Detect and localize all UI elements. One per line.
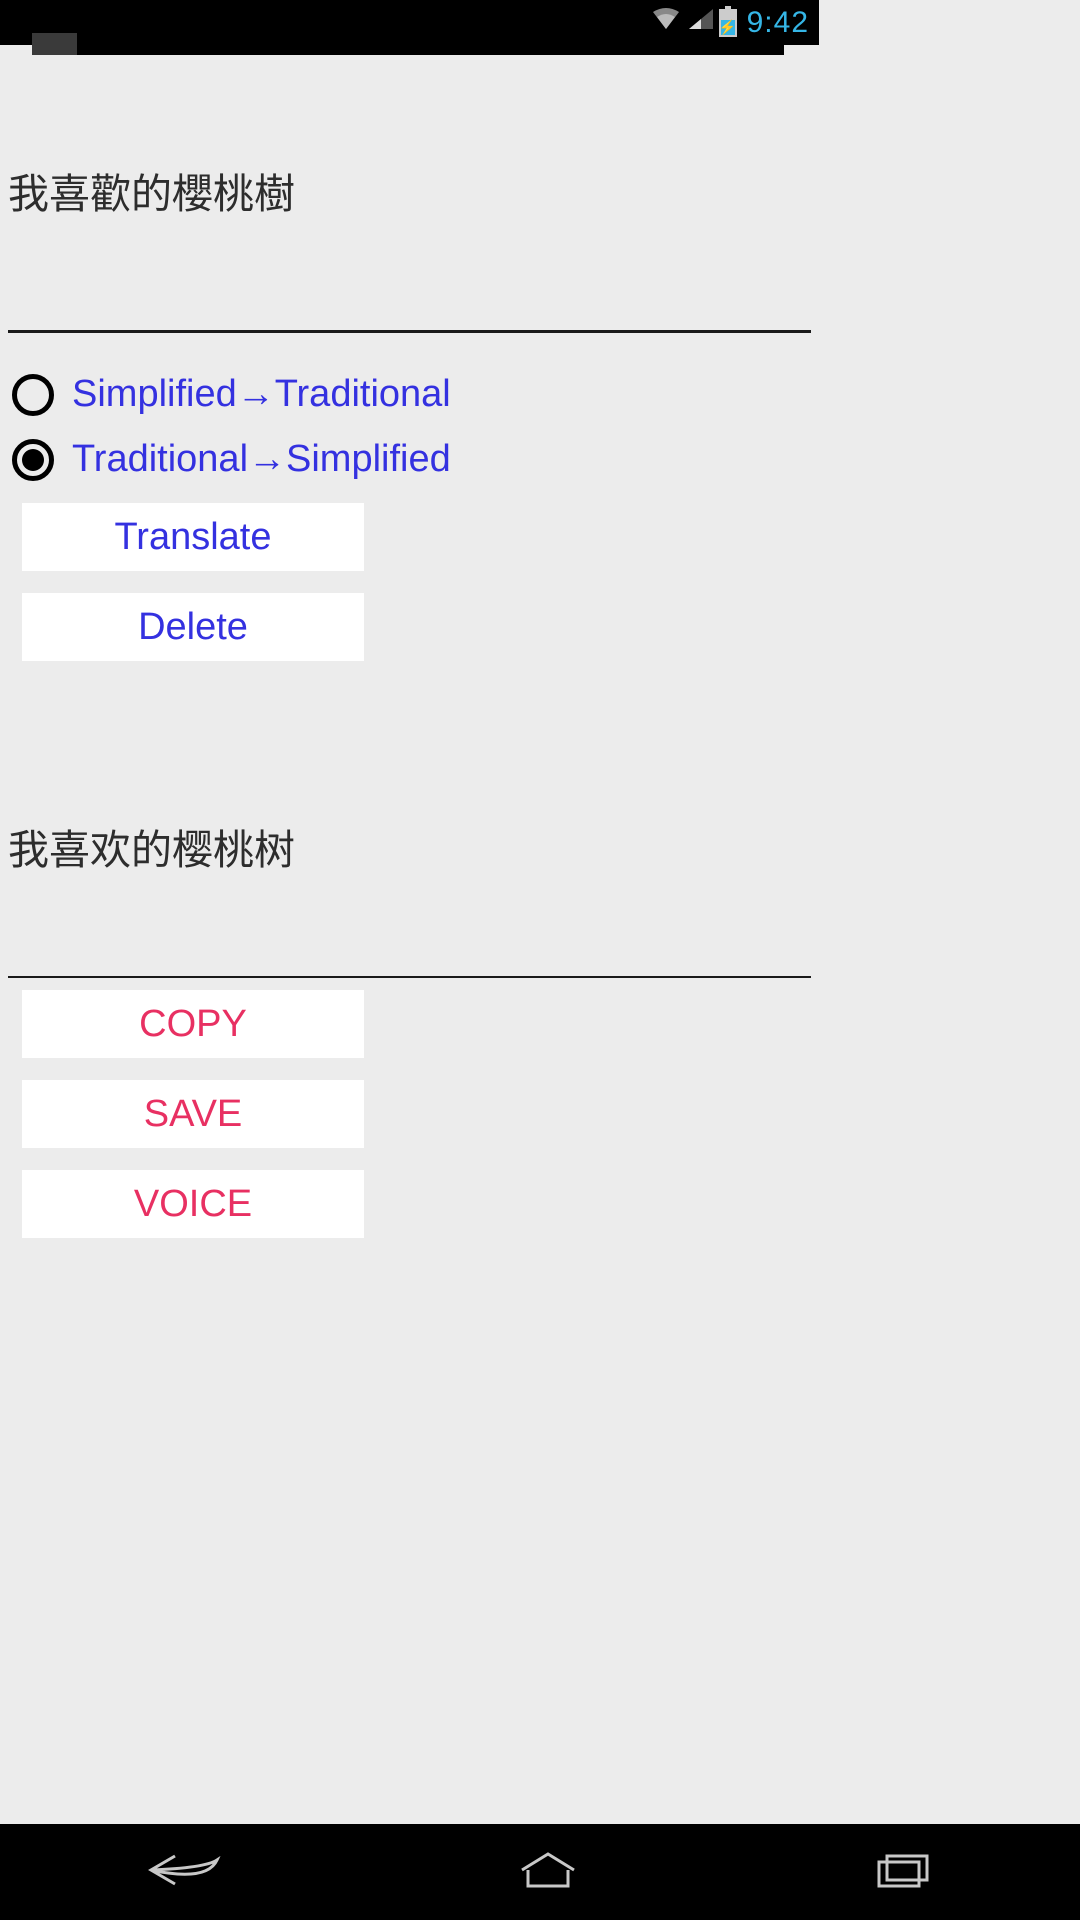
input-underline — [8, 330, 811, 333]
voice-button[interactable]: VOICE — [22, 1170, 364, 1238]
translate-button[interactable]: Translate — [22, 503, 364, 571]
source-text-input[interactable]: 我喜歡的櫻桃樹 — [8, 170, 811, 320]
radio-traditional-to-simplified[interactable]: Traditional→Simplified — [8, 438, 811, 481]
radio-simplified-to-traditional[interactable]: Simplified→Traditional — [8, 373, 811, 416]
cell-signal-icon — [687, 7, 713, 38]
radio-icon — [12, 374, 54, 416]
android-status-bar: ⚡ 9:42 — [0, 0, 819, 45]
recent-apps-icon[interactable] — [871, 1850, 935, 1895]
save-button[interactable]: SAVE — [22, 1080, 364, 1148]
android-nav-bar — [0, 1824, 1080, 1920]
direction-radio-group: Simplified→Traditional Traditional→Simpl… — [8, 373, 811, 481]
translated-text-output[interactable]: 我喜欢的樱桃树 — [8, 816, 811, 966]
status-icons: ⚡ — [651, 7, 737, 38]
output-underline — [8, 976, 811, 978]
wifi-icon — [651, 7, 681, 38]
back-icon[interactable] — [145, 1850, 225, 1895]
radio-icon — [12, 439, 54, 481]
copy-button[interactable]: COPY — [22, 990, 364, 1058]
radio-label: Simplified→Traditional — [72, 373, 451, 416]
battery-icon: ⚡ — [719, 9, 737, 37]
radio-label: Traditional→Simplified — [72, 438, 451, 481]
action-bar-edge — [35, 45, 784, 55]
charging-bolt-icon: ⚡ — [719, 20, 736, 34]
status-clock: 9:42 — [747, 6, 809, 40]
home-icon[interactable] — [516, 1850, 580, 1895]
delete-button[interactable]: Delete — [22, 593, 364, 661]
